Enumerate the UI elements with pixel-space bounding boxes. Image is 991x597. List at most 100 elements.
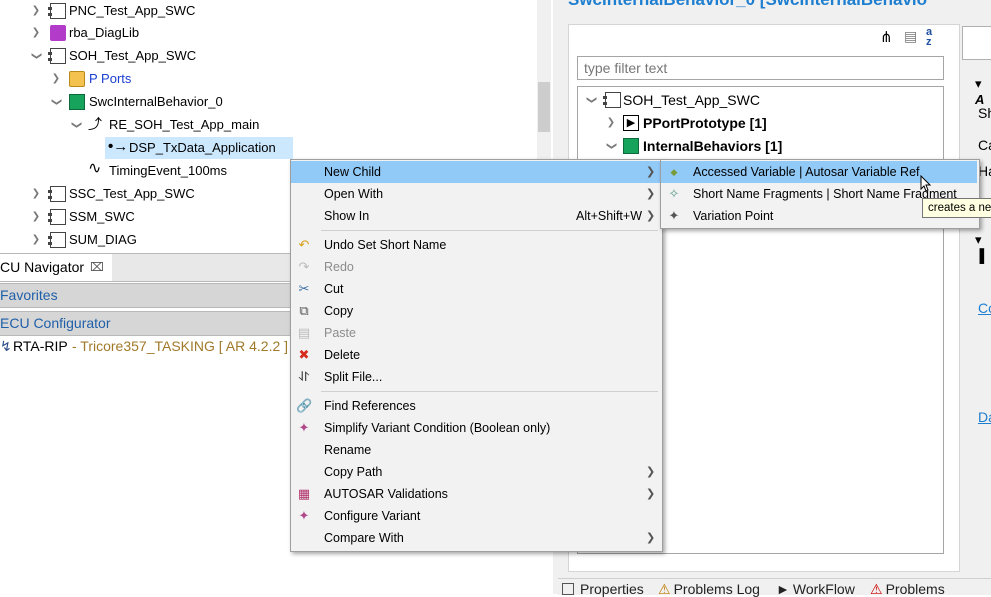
menu-item-label: Rename <box>324 443 372 457</box>
right-cut-link[interactable]: Da <box>978 409 991 425</box>
tab-label: Problems Log <box>673 581 760 597</box>
editor-title[interactable]: SwcInternalBehavior_0 [SwcInternalBehavi… <box>568 0 927 10</box>
menu-item-autosar-validations[interactable]: ▦ AUTOSAR Validations ❯ <box>291 483 660 505</box>
folder-icon <box>69 71 85 87</box>
project-item[interactable]: ↯ RTA-RIP - Tricore357_TASKING [ AR 4.2.… <box>0 335 300 357</box>
filter-input[interactable]: type filter text <box>577 56 944 80</box>
tree-item-rba-diaglib[interactable]: ❯ rba_DiagLib <box>0 22 540 44</box>
tree-item-label: DSP_TxData_Application <box>129 140 276 155</box>
editor-tree-item-internal-behaviors[interactable]: ❯ InternalBehaviors [1] <box>578 135 938 157</box>
favorites-label: Favorites <box>0 287 58 303</box>
chevron-down-icon[interactable]: ❯ <box>25 51 47 61</box>
tree-item-runnable[interactable]: ❯ ⤴ RE_SOH_Test_App_main <box>0 114 540 136</box>
menu-item-new-child[interactable]: New Child ❯ <box>291 161 660 183</box>
tab-workflow[interactable]: ► WorkFlow <box>776 581 855 597</box>
menu-item-paste[interactable]: ▤ Paste <box>291 322 660 344</box>
right-cut-label: Ca <box>978 137 991 153</box>
menu-item-redo[interactable]: ↷ Redo <box>291 256 660 278</box>
tree-item-label: SwcInternalBehavior_0 <box>89 94 223 109</box>
tree-item-label: SUM_DIAG <box>69 232 137 247</box>
menu-item-rename[interactable]: Rename <box>291 439 660 461</box>
chevron-down-icon[interactable]: ❯ <box>580 95 602 105</box>
menu-item-label: Short Name Fragments | Short Name Fragme… <box>693 187 957 201</box>
tab-problems-log[interactable]: ⚠ Problems Log <box>658 581 760 597</box>
menu-item-label: Cut <box>324 282 344 296</box>
workflow-icon: ► <box>776 581 790 597</box>
tree-item-sum-diag[interactable]: ❯ SUM_DIAG <box>0 229 290 249</box>
menu-item-label: Accessed Variable | Autosar Variable Ref <box>693 165 920 179</box>
tooltip: creates a new <box>922 198 991 218</box>
tab-label: Properties <box>580 581 644 597</box>
chevron-right-icon[interactable]: ❯ <box>31 183 41 205</box>
chevron-down-icon[interactable]: ❯ <box>600 141 622 151</box>
chevron-right-icon[interactable]: ❯ <box>31 22 41 44</box>
section-expander[interactable]: ▾ ▐ <box>975 232 991 263</box>
menu-item-find-references[interactable]: 🔗 Find References <box>291 395 660 417</box>
timing-event-icon: ∿ <box>88 160 102 177</box>
menu-item-label: Variation Point <box>693 209 774 223</box>
editor-tree-item-pport[interactable]: ❯ ▶ PPortPrototype [1] <box>578 112 938 134</box>
tab-problems[interactable]: ⚠ Problems <box>870 581 945 597</box>
menu-item-copy[interactable]: ⧉ Copy <box>291 300 660 322</box>
chevron-down-icon[interactable]: ❯ <box>45 97 67 107</box>
tree-item-label: P Ports <box>89 71 132 86</box>
chevron-right-icon[interactable]: ❯ <box>51 68 61 90</box>
behavior-icon <box>623 138 639 154</box>
chevron-right-icon[interactable]: ❯ <box>606 112 616 134</box>
bottom-tab-bar: Properties ⚠ Problems Log ► WorkFlow ⚠ Prob… <box>558 578 991 597</box>
menu-item-cut[interactable]: ✂ Cut <box>291 278 660 300</box>
menu-item-compare-with[interactable]: Compare With ❯ <box>291 527 660 549</box>
tab-ecu-navigator[interactable]: CU Navigator ⌧ <box>0 254 112 281</box>
context-menu: New Child ❯ Open With ❯ Show In Alt+Shif… <box>290 159 663 552</box>
tree-item-label: PNC_Test_App_SWC <box>69 3 196 18</box>
chevron-right-icon[interactable]: ❯ <box>31 0 41 22</box>
menu-item-copy-path[interactable]: Copy Path ❯ <box>291 461 660 483</box>
data-access-icon: •→ <box>108 138 129 155</box>
tree-item-ssc[interactable]: ❯ SSC_Test_App_SWC <box>0 183 290 205</box>
chevron-down-icon[interactable]: ❯ <box>65 120 87 130</box>
paste-icon: ▤ <box>297 325 311 340</box>
link-icon: 🔗 <box>296 398 313 413</box>
tree-item-label: SOH_Test_App_SWC <box>623 92 760 108</box>
right-cut-link[interactable]: Co <box>978 300 991 316</box>
tree-item-ssm[interactable]: ❯ SSM_SWC <box>0 206 290 228</box>
tree-item-dsp-txdata[interactable]: •→ DSP_TxData_Application <box>105 137 293 159</box>
menu-item-undo[interactable]: ↶ Undo Set Short Name <box>291 234 660 256</box>
delete-icon: ✖ <box>298 347 310 362</box>
document-icon[interactable]: ▤ <box>904 28 917 45</box>
editor-tree-item-soh[interactable]: ❯ SOH_Test_App_SWC <box>578 89 938 111</box>
tree-item-label: RE_SOH_Test_App_main <box>109 117 260 132</box>
undo-icon: ↶ <box>298 237 310 252</box>
submenu-arrow-icon: ❯ <box>646 532 656 544</box>
tree-item-pnc[interactable]: ❯ PNC_Test_App_SWC <box>0 0 540 22</box>
chevron-right-icon[interactable]: ❯ <box>31 229 41 249</box>
chevron-right-icon[interactable]: ❯ <box>31 206 41 228</box>
ecu-configurator-label: ECU Configurator <box>0 315 111 331</box>
problems-log-icon: ⚠ <box>658 581 671 597</box>
behavior-icon <box>69 94 85 110</box>
tree-item-timing-event[interactable]: ∿ TimingEvent_100ms <box>0 160 290 182</box>
menu-item-split-file[interactable]: ⥯ Split File... <box>291 366 660 388</box>
properties-expander[interactable]: ▾ A <box>975 76 991 107</box>
close-icon[interactable]: ⌧ <box>90 254 104 281</box>
project-icon: ↯ <box>0 338 12 354</box>
properties-icon <box>562 583 574 595</box>
tree-item-swc-internal-behavior[interactable]: ❯ SwcInternalBehavior_0 <box>0 91 540 113</box>
scrollbar-thumb[interactable] <box>538 82 550 132</box>
collapse-tree-icon[interactable]: ⋔ <box>880 28 893 46</box>
redo-icon: ↷ <box>298 259 310 274</box>
tree-item-soh[interactable]: ❯ SOH_Test_App_SWC <box>0 45 540 67</box>
tree-item-label: TimingEvent_100ms <box>109 163 228 178</box>
menu-item-open-with[interactable]: Open With ❯ <box>291 183 660 205</box>
sort-az-icon[interactable]: az <box>926 27 932 48</box>
menu-item-simplify-variant[interactable]: ✦ Simplify Variant Condition (Boolean on… <box>291 417 660 439</box>
problems-icon: ⚠ <box>870 581 883 597</box>
menu-item-delete[interactable]: ✖ Delete <box>291 344 660 366</box>
right-side-tab[interactable] <box>962 26 991 60</box>
menu-item-show-in[interactable]: Show In Alt+Shift+W ❯ <box>291 205 660 227</box>
tab-properties[interactable]: Properties <box>562 581 644 597</box>
mouse-cursor-icon <box>920 174 932 196</box>
menu-item-label: Configure Variant <box>324 509 421 523</box>
menu-item-configure-variant[interactable]: ✦ Configure Variant <box>291 505 660 527</box>
tree-item-p-ports[interactable]: ❯ P Ports <box>0 68 540 90</box>
